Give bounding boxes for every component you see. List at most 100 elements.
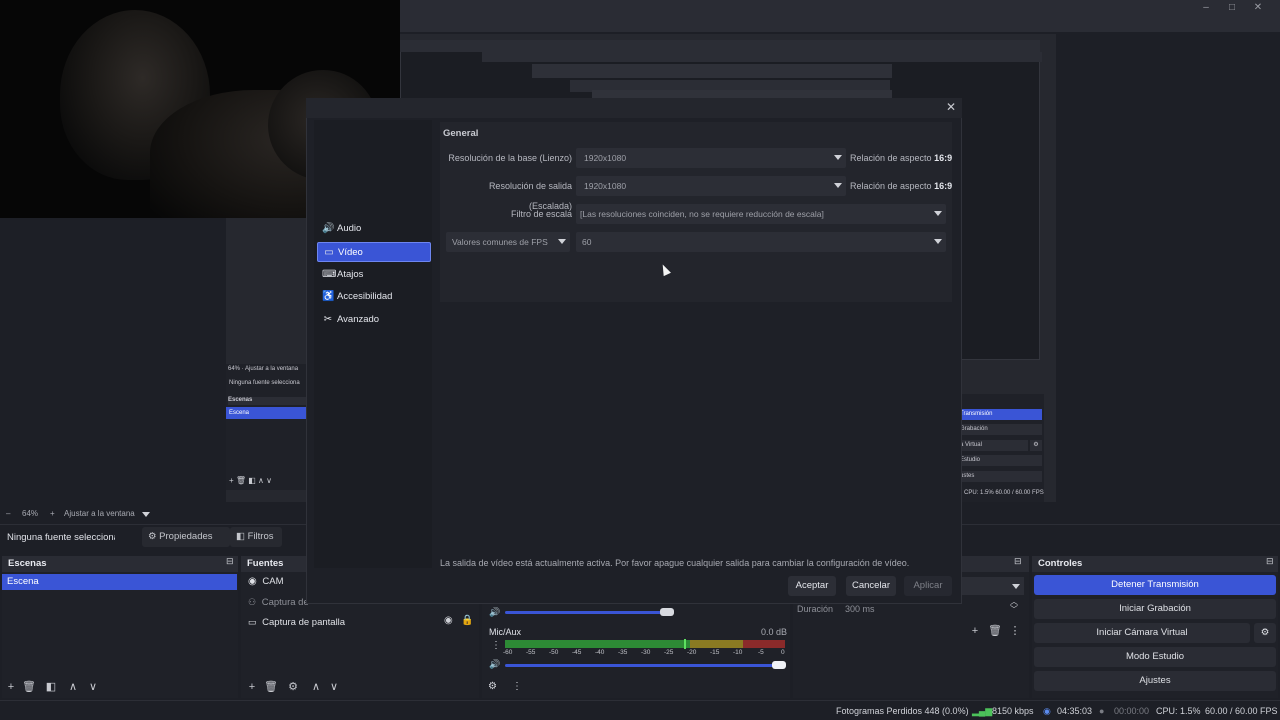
- remove-source-button[interactable]: 🗑: [264, 679, 278, 695]
- start-recording-button[interactable]: Iniciar Grabación: [1034, 599, 1276, 619]
- nested-control-virtualcam: a Virtual: [960, 440, 1028, 451]
- move-scene-up-button[interactable]: ∧: [66, 679, 80, 695]
- nav-item-advanced[interactable]: ✂ Avanzado: [317, 310, 431, 330]
- combo-value: 60: [582, 237, 592, 247]
- speaker-icon[interactable]: 🔊: [489, 607, 500, 618]
- mixer-settings-icon[interactable]: ⚙: [488, 681, 497, 692]
- dock-undock-icon[interactable]: ⊟: [226, 556, 234, 567]
- apply-button[interactable]: Aplicar: [904, 576, 952, 596]
- fps-readout: 60.00 / 60.00 FPS: [1205, 706, 1278, 716]
- zoom-out-button[interactable]: –: [6, 509, 10, 518]
- controls-undock-icon[interactable]: ⊟: [1266, 556, 1274, 567]
- chevron-down-icon: [1012, 584, 1020, 589]
- nav-label: Vídeo: [338, 247, 363, 258]
- fps-type-combo[interactable]: Valores comunes de FPS: [446, 232, 570, 252]
- mic-speaker-icon[interactable]: 🔊: [489, 659, 500, 670]
- fit-window-label[interactable]: Ajustar a la ventana: [64, 509, 135, 518]
- move-source-up-button[interactable]: ∧: [309, 679, 323, 695]
- tick: -20: [687, 649, 697, 656]
- settings-button[interactable]: Ajustes: [1034, 671, 1276, 691]
- source-item-game[interactable]: ⚇ Captura de juego: [248, 593, 308, 611]
- nav-item-video[interactable]: ▭ Vídeo: [317, 242, 431, 262]
- duration-value[interactable]: 300 ms: [845, 604, 875, 614]
- add-transition-button[interactable]: +: [968, 623, 982, 639]
- filters-button[interactable]: ◧ Filtros: [230, 527, 282, 547]
- remove-scene-button[interactable]: 🗑: [22, 679, 36, 695]
- minimize-button[interactable]: –: [1196, 2, 1216, 16]
- desktop-volume-track[interactable]: [505, 611, 667, 614]
- mic-volume-track[interactable]: [505, 664, 780, 667]
- mixer-menu-button[interactable]: ⋮: [512, 681, 522, 692]
- nav-item-hotkeys[interactable]: ⌨ Atajos: [317, 265, 431, 285]
- nested-status-text: CPU: 1.5% 60.00 / 60.00 FPS: [964, 490, 1044, 496]
- cancel-button[interactable]: Cancelar: [846, 576, 896, 596]
- transition-select[interactable]: [962, 577, 1024, 595]
- nav-item-audio[interactable]: 🔊 Audio: [317, 219, 431, 239]
- nested-preview-titlebar: [400, 40, 1040, 52]
- source-item-cam[interactable]: ◉ CAM: [248, 573, 308, 591]
- move-source-down-button[interactable]: ∨: [327, 679, 341, 695]
- desktop-volume-handle[interactable]: [660, 608, 674, 616]
- remove-transition-button[interactable]: 🗑: [988, 623, 1002, 639]
- maximize-button[interactable]: □: [1222, 2, 1242, 16]
- mixer-menu-icon[interactable]: ⋮: [491, 640, 501, 651]
- virtualcam-settings-button[interactable]: ⚙: [1254, 623, 1276, 643]
- controls-header: Controles: [1032, 556, 1278, 572]
- scene-filters-button[interactable]: ◧: [44, 679, 58, 695]
- gamepad-icon: ⚇: [248, 597, 257, 607]
- accept-button[interactable]: Aceptar: [788, 576, 836, 596]
- fps-value-combo[interactable]: 60: [576, 232, 946, 252]
- eye-icon[interactable]: ◉: [444, 615, 453, 626]
- nav-item-accessibility[interactable]: ♿ Accesibilidad: [317, 287, 431, 307]
- scene-item[interactable]: Escena: [2, 574, 237, 590]
- tick: -10: [733, 649, 743, 656]
- nav-label: Audio: [337, 223, 362, 234]
- add-source-button[interactable]: +: [245, 679, 259, 695]
- tick: -30: [641, 649, 651, 656]
- video-active-notice: La salida de vídeo está actualmente acti…: [440, 558, 910, 568]
- tools-icon: ✂: [323, 314, 333, 325]
- duration-stepper[interactable]: ︿ ﹀: [1010, 598, 1018, 614]
- close-window-button[interactable]: ✕: [1248, 2, 1268, 16]
- nested-control-settings: ustes: [960, 471, 1042, 482]
- section-title: General: [443, 128, 479, 139]
- transition-menu-button[interactable]: ⋮: [1008, 623, 1022, 639]
- base-resolution-label: Resolución de la base (Lienzo): [448, 153, 572, 163]
- lock-icon[interactable]: 🔒: [461, 615, 473, 626]
- nested-control-studio: Estudio: [960, 455, 1042, 466]
- stop-stream-button[interactable]: Detener Transmisión: [1034, 575, 1276, 595]
- start-virtualcam-button[interactable]: Iniciar Cámara Virtual: [1034, 623, 1250, 643]
- combo-value: 1920x1080: [584, 153, 627, 163]
- scenes-header: Escenas: [2, 556, 238, 572]
- tick: 0: [781, 649, 785, 656]
- move-scene-down-button[interactable]: ∨: [86, 679, 100, 695]
- tick: -35: [618, 649, 628, 656]
- properties-button[interactable]: ⚙ Propiedades: [142, 527, 230, 547]
- tick: -60: [503, 649, 513, 656]
- monitor-icon: ▭: [248, 617, 257, 627]
- add-scene-button[interactable]: +: [4, 679, 18, 695]
- mic-volume-handle[interactable]: [772, 661, 786, 669]
- source-name: Captura de pantalla: [262, 617, 346, 628]
- output-aspect-ratio: Relación de aspecto 16:9: [850, 181, 953, 191]
- base-resolution-combo[interactable]: 1920x1080: [576, 148, 846, 168]
- tick: -50: [549, 649, 559, 656]
- zoom-in-button[interactable]: +: [50, 509, 55, 518]
- combo-value: [Las resoluciones coinciden, no se requi…: [580, 209, 824, 219]
- output-resolution-combo[interactable]: 1920x1080: [576, 176, 846, 196]
- nav-label: Avanzado: [337, 314, 380, 325]
- transitions-undock-icon[interactable]: ⊟: [1014, 556, 1022, 567]
- chevron-down-icon: [834, 155, 842, 160]
- studio-mode-button[interactable]: Modo Estudio: [1034, 647, 1276, 667]
- monitor-icon: ▭: [324, 247, 334, 258]
- nested-scenes-header: Escenas: [228, 397, 308, 405]
- nested-scene-item: Escena: [226, 407, 308, 419]
- nested-control-stream: Transmisión: [960, 409, 1042, 420]
- base-aspect-ratio: Relación de aspecto 16:9: [850, 153, 953, 163]
- scale-filter-combo[interactable]: [Las resoluciones coinciden, no se requi…: [576, 204, 946, 224]
- close-icon[interactable]: ✕: [944, 100, 958, 114]
- mixer-channel-name: Mic/Aux: [489, 627, 522, 637]
- chevron-down-icon: [934, 211, 942, 216]
- source-properties-button[interactable]: ⚙: [286, 679, 300, 695]
- zoom-dropdown-icon[interactable]: [142, 512, 150, 517]
